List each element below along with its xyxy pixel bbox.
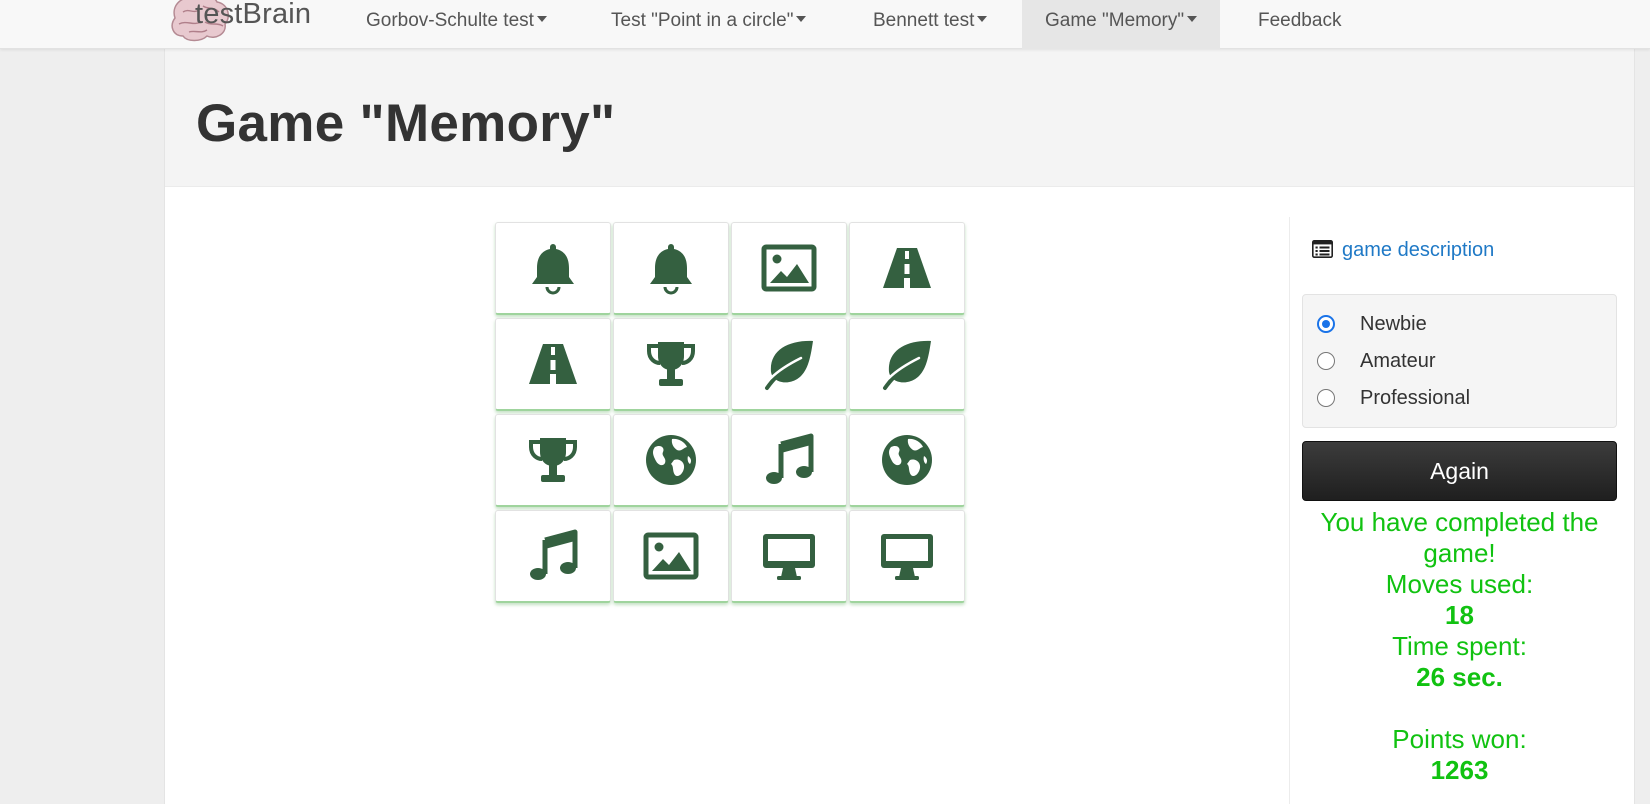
memory-card[interactable]: [495, 510, 611, 603]
moves-value: 18: [1445, 600, 1474, 630]
nav-label: Game "Memory": [1045, 10, 1185, 31]
nav-feedback[interactable]: Feedback: [1235, 0, 1364, 49]
points-value: 1263: [1430, 755, 1489, 785]
memory-card[interactable]: [495, 414, 611, 507]
memory-card[interactable]: [731, 510, 847, 603]
nav-label: Bennett test: [873, 10, 975, 31]
level-option-professional[interactable]: Professional: [1317, 383, 1470, 413]
game-description-link[interactable]: game description: [1312, 239, 1494, 262]
radio-amateur[interactable]: [1317, 352, 1335, 370]
memory-game-board: [495, 222, 985, 617]
page-container: Game "Memory" game description Newbie Am…: [164, 49, 1635, 804]
game-description-label: game description: [1342, 239, 1495, 261]
level-label: Amateur: [1360, 349, 1436, 372]
music-icon: [759, 430, 819, 490]
image-icon: [759, 238, 819, 298]
level-option-newbie[interactable]: Newbie: [1317, 309, 1427, 339]
memory-card[interactable]: [849, 510, 965, 603]
caret-down-icon: [1187, 16, 1198, 22]
nav-label: Test "Point in a circle": [611, 10, 794, 31]
bell-icon: [641, 238, 701, 298]
points-label: Points won:: [1392, 724, 1527, 754]
moves-label: Moves used:: [1385, 569, 1534, 599]
page-title: Game "Memory": [196, 94, 616, 153]
trophy-icon: [523, 430, 583, 490]
bell-icon: [523, 238, 583, 298]
top-navbar: testBrain Gorbov-Schulte test Test "Poin…: [0, 0, 1650, 49]
desktop-icon: [759, 526, 819, 586]
desktop-icon: [877, 526, 937, 586]
music-icon: [523, 526, 583, 586]
nav-gorbov-schulte-test[interactable]: Gorbov-Schulte test: [343, 0, 570, 49]
memory-card[interactable]: [495, 318, 611, 411]
radio-newbie[interactable]: [1317, 315, 1335, 333]
level-option-amateur[interactable]: Amateur: [1317, 346, 1436, 376]
globe-icon: [641, 430, 701, 490]
level-label: Professional: [1360, 386, 1471, 409]
caret-down-icon: [977, 16, 988, 22]
nav-point-in-circle-test[interactable]: Test "Point in a circle": [588, 0, 829, 49]
again-button[interactable]: Again: [1302, 441, 1617, 501]
road-icon: [877, 238, 937, 298]
memory-card[interactable]: [849, 318, 965, 411]
memory-card[interactable]: [613, 510, 729, 603]
caret-down-icon: [796, 16, 807, 22]
difficulty-selector: Newbie Amateur Professional: [1302, 294, 1617, 428]
memory-card[interactable]: [731, 222, 847, 315]
brand-name: testBrain: [195, 0, 312, 30]
page-header: Game "Memory": [165, 49, 1634, 187]
completion-message: You have completed the game!: [1320, 507, 1599, 568]
trophy-icon: [641, 334, 701, 394]
memory-card[interactable]: [849, 414, 965, 507]
leaf-icon: [877, 334, 937, 394]
game-result: You have completed the game! Moves used:…: [1302, 507, 1617, 786]
image-icon: [641, 526, 701, 586]
globe-icon: [877, 430, 937, 490]
memory-card[interactable]: [613, 414, 729, 507]
nav-bennett-test[interactable]: Bennett test: [850, 0, 1010, 49]
radio-professional[interactable]: [1317, 389, 1335, 407]
level-label: Newbie: [1360, 312, 1427, 335]
leaf-icon: [759, 334, 819, 394]
memory-card[interactable]: [613, 318, 729, 411]
nav-label: Gorbov-Schulte test: [366, 10, 534, 31]
time-label: Time spent:: [1392, 631, 1527, 661]
time-value: 26 sec.: [1416, 662, 1503, 692]
memory-card[interactable]: [731, 318, 847, 411]
caret-down-icon: [536, 16, 547, 22]
brand[interactable]: testBrain: [163, 0, 323, 48]
nav-label: Feedback: [1258, 10, 1342, 31]
memory-card[interactable]: [495, 222, 611, 315]
memory-card[interactable]: [731, 414, 847, 507]
game-sidebar: game description Newbie Amateur Professi…: [1289, 217, 1636, 804]
memory-card[interactable]: [613, 222, 729, 315]
list-alt-icon: [1312, 240, 1333, 258]
memory-card[interactable]: [849, 222, 965, 315]
road-icon: [523, 334, 583, 394]
nav-game-memory[interactable]: Game "Memory": [1022, 0, 1221, 49]
